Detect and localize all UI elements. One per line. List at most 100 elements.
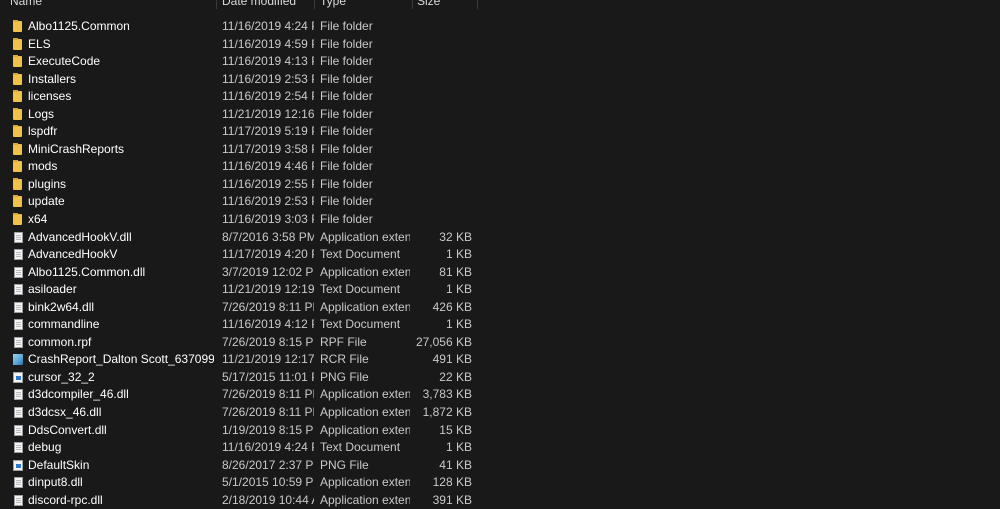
column-divider[interactable]: [412, 0, 413, 9]
column-header-type[interactable]: Type: [320, 0, 346, 9]
file-name: licenses: [28, 89, 72, 104]
file-size: 1 KB: [445, 247, 472, 262]
file-row[interactable]: Albo1125.Common.dll 3/7/2019 12:02 PM Appl…: [0, 264, 1000, 282]
file-icon-cell: [13, 246, 25, 264]
file-row[interactable]: d3dcsx_46.dll 7/26/2019 8:11 PM Applicatio…: [0, 404, 1000, 422]
file-row[interactable]: Logs 11/21/2019 12:16 ... File folder: [0, 106, 1000, 124]
file-date-modified: 3/7/2019 12:02 PM: [222, 264, 314, 279]
file-row[interactable]: licenses 11/16/2019 2:54 PM File folder: [0, 88, 1000, 106]
file-icon-cell: [13, 386, 25, 404]
file-row[interactable]: commandline 11/16/2019 4:12 PM Text Docume…: [0, 316, 1000, 334]
file-row[interactable]: bink2w64.dll 7/26/2019 8:11 PM Application…: [0, 299, 1000, 317]
file-name: plugins: [28, 176, 67, 191]
column-header-name[interactable]: Name: [10, 0, 42, 9]
file-date-modified: 11/16/2019 4:13 PM: [222, 54, 314, 69]
file-icon-cell: [13, 404, 25, 422]
file-type: Text Document: [320, 247, 401, 262]
folder-icon: [13, 177, 22, 190]
file-row[interactable]: ExecuteCode 11/16/2019 4:13 PM File folder: [0, 53, 1000, 71]
file-date-modified: 7/26/2019 8:11 PM: [222, 387, 314, 402]
file-row[interactable]: dinput8.dll 5/1/2015 10:59 PM Application …: [0, 474, 1000, 492]
file-name: ELS: [28, 36, 51, 51]
file-row[interactable]: AdvancedHookV.dll 8/7/2016 3:58 PM Applica…: [0, 229, 1000, 247]
file-name: asiloader: [28, 282, 77, 297]
file-type: File folder: [320, 54, 373, 69]
file-size: 1,872 KB: [422, 405, 472, 420]
column-header-size[interactable]: Size: [417, 0, 440, 9]
file-row[interactable]: DdsConvert.dll 1/19/2019 8:15 PM Applicati…: [0, 422, 1000, 440]
file-date-modified: 11/16/2019 2:55 PM: [222, 176, 314, 191]
file-name: AdvancedHookV: [28, 247, 118, 262]
file-icon: [14, 301, 23, 313]
column-divider[interactable]: [477, 0, 478, 9]
column-divider[interactable]: [216, 0, 217, 9]
file-date-modified: 11/17/2019 4:20 PM: [222, 247, 314, 262]
file-type: File folder: [320, 71, 373, 86]
file-type: File folder: [320, 106, 373, 121]
file-date-modified: 11/16/2019 2:53 PM: [222, 194, 314, 209]
file-row[interactable]: AdvancedHookV 11/17/2019 4:20 PM Text Docu…: [0, 246, 1000, 264]
file-row[interactable]: mods 11/16/2019 4:46 PM File folder: [0, 158, 1000, 176]
file-icon: [14, 407, 23, 419]
file-icon: [14, 231, 23, 243]
file-date-modified: 11/17/2019 5:19 PM: [222, 124, 314, 139]
file-row[interactable]: MiniCrashReports 11/17/2019 3:58 PM File f…: [0, 141, 1000, 159]
file-row[interactable]: ELS 11/16/2019 4:59 PM File folder: [0, 36, 1000, 54]
folder-icon: [13, 72, 22, 85]
file-type: Application extens...: [320, 475, 410, 490]
column-header-row: Name Date modified Type Size: [0, 0, 478, 9]
file-size: 1 KB: [445, 440, 472, 455]
file-date-modified: 5/1/2015 10:59 PM: [222, 475, 314, 490]
file-date-modified: 11/21/2019 12:17 ...: [222, 352, 314, 367]
file-row[interactable]: debug 11/16/2019 4:24 PM Text Document 1 KB: [0, 439, 1000, 457]
folder-icon: [13, 195, 22, 208]
file-row[interactable]: cursor_32_2 5/17/2015 11:01 PM PNG File 22 …: [0, 369, 1000, 387]
file-type: Application extens...: [320, 405, 410, 420]
file-row[interactable]: common.rpf 7/26/2019 8:15 PM RPF File 27,05…: [0, 334, 1000, 352]
file-date-modified: 11/16/2019 4:12 PM: [222, 317, 314, 332]
column-divider[interactable]: [314, 0, 315, 9]
column-header-date-modified[interactable]: Date modified: [222, 0, 296, 9]
file-size: 41 KB: [439, 457, 472, 472]
file-icon: [14, 266, 23, 278]
file-row[interactable]: CrashReport_Dalton Scott_637099642499...…: [0, 351, 1000, 369]
folder-icon: [13, 37, 22, 50]
file-name: dinput8.dll: [28, 475, 83, 490]
file-row[interactable]: DefaultSkin 8/26/2017 2:37 PM PNG File 41 K…: [0, 457, 1000, 475]
file-icon-cell: [13, 457, 25, 475]
file-name: Albo1125.Common.dll: [28, 264, 146, 279]
file-icon-cell: [13, 351, 25, 369]
file-icon-cell: [13, 193, 25, 211]
image-file-icon: [13, 459, 23, 471]
file-row[interactable]: lspdfr 11/17/2019 5:19 PM File folder: [0, 123, 1000, 141]
file-row[interactable]: Albo1125.Common 11/16/2019 4:24 PM File fo…: [0, 18, 1000, 36]
folder-icon: [13, 125, 22, 138]
file-name: Logs: [28, 106, 55, 121]
file-row[interactable]: d3dcompiler_46.dll 7/26/2019 8:11 PM Appli…: [0, 386, 1000, 404]
file-icon: [14, 424, 23, 436]
file-type: RPF File: [320, 334, 367, 349]
file-name: DefaultSkin: [28, 457, 90, 472]
file-date-modified: 11/17/2019 3:58 PM: [222, 141, 314, 156]
file-row[interactable]: Installers 11/16/2019 2:53 PM File folder: [0, 71, 1000, 89]
file-size: 27,056 KB: [415, 334, 472, 349]
file-explorer: Name Date modified Type Size Albo1125.Co…: [0, 0, 1000, 509]
file-icon-cell: [13, 316, 25, 334]
file-name: d3dcompiler_46.dll: [28, 387, 129, 402]
file-icon-cell: [13, 439, 25, 457]
file-type: Application extens...: [320, 387, 410, 402]
file-row[interactable]: x64 11/16/2019 3:03 PM File folder: [0, 211, 1000, 229]
file-row[interactable]: plugins 11/16/2019 2:55 PM File folder: [0, 176, 1000, 194]
file-row[interactable]: asiloader 11/21/2019 12:19 ... Text Docume…: [0, 281, 1000, 299]
file-date-modified: 7/26/2019 8:15 PM: [222, 334, 314, 349]
file-type: File folder: [320, 19, 373, 33]
file-size: 32 KB: [439, 229, 472, 244]
file-name: common.rpf: [28, 334, 92, 349]
file-icon: [14, 477, 23, 489]
file-name: MiniCrashReports: [28, 141, 125, 156]
file-row[interactable]: discord-rpc.dll 2/18/2019 10:44 A... Appli…: [0, 492, 1000, 509]
file-row[interactable]: update 11/16/2019 2:53 PM File folder: [0, 193, 1000, 211]
file-name: DdsConvert.dll: [28, 422, 107, 437]
file-icon-cell: [13, 176, 25, 194]
file-date-modified: 7/26/2019 8:11 PM: [222, 405, 314, 420]
